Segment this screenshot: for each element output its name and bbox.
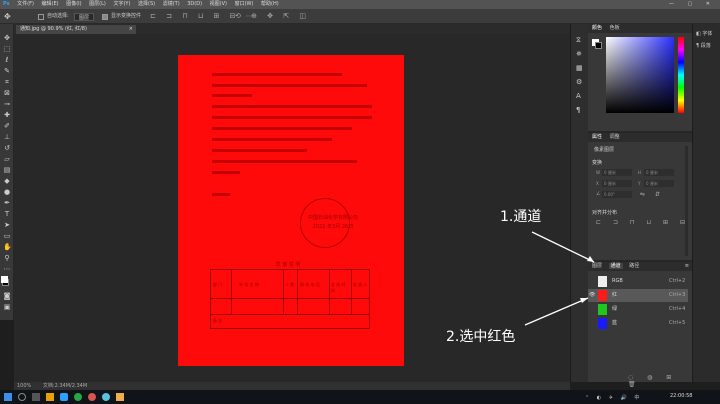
annotation-step2: 2.选中红色 [446,329,516,345]
annotation-step1: 1.通道 [500,209,542,225]
arrow-to-channels-tab [531,231,595,263]
arrow-to-red-channel [524,297,589,326]
annotation-arrows [524,231,595,326]
arrowhead [580,298,588,303]
